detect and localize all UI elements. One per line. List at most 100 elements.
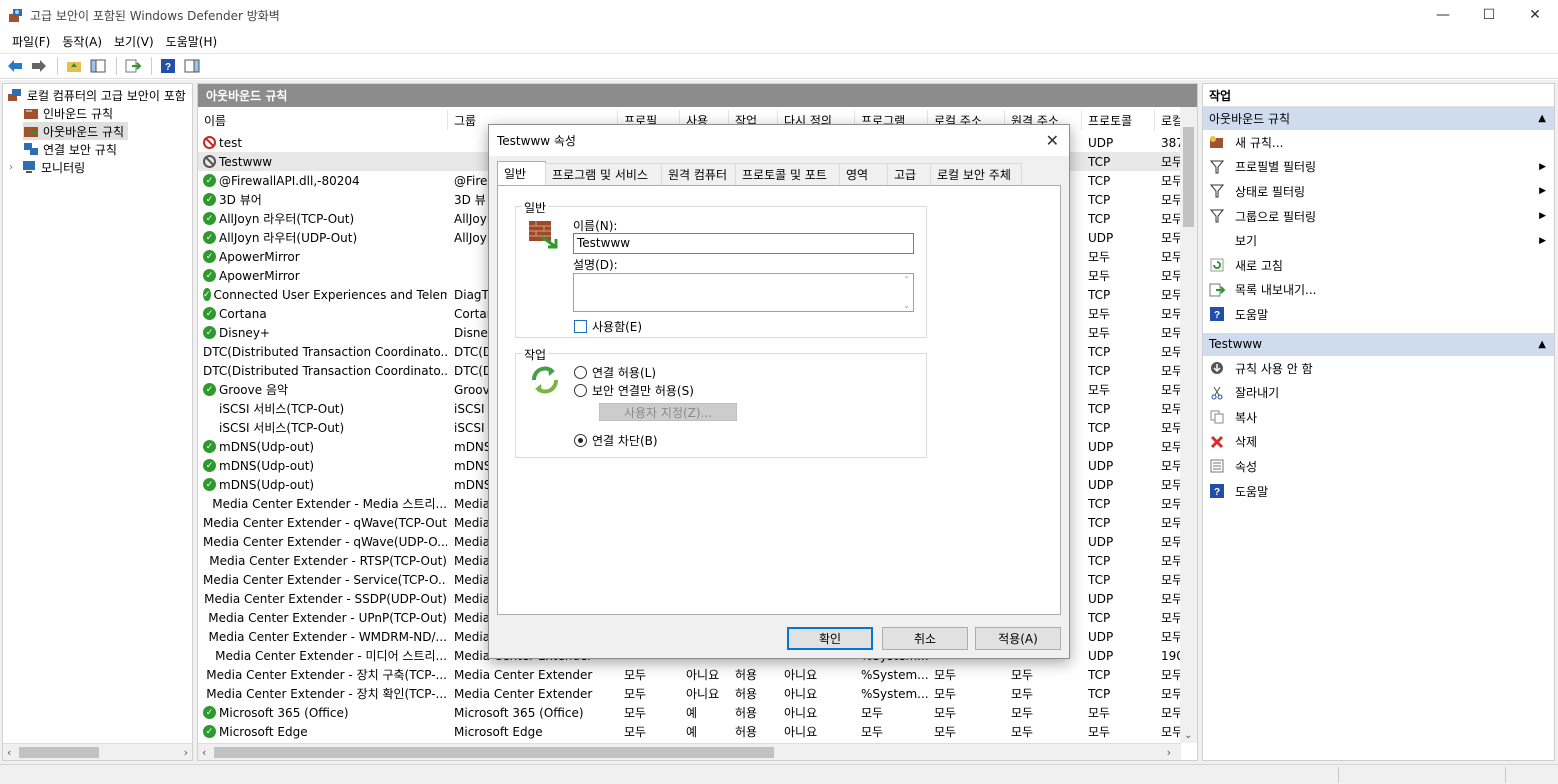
scroll-thumb[interactable]: [214, 746, 775, 758]
cell-text: Media Center Extender - qWave(TCP-Out): [203, 515, 447, 530]
section-label: 아웃바운드 규칙: [1209, 112, 1291, 126]
cell-text: 아니요: [686, 668, 720, 682]
scroll-left-icon[interactable]: ‹: [202, 746, 206, 759]
action-properties[interactable]: 속성: [1203, 454, 1554, 479]
scroll-thumb[interactable]: [19, 746, 100, 758]
help-button[interactable]: ?: [157, 56, 179, 76]
scroll-left-icon[interactable]: ‹: [7, 746, 11, 759]
enabled-checkbox[interactable]: [574, 320, 587, 333]
cell-text: TCP: [1088, 401, 1111, 416]
action-new-rule[interactable]: 새 규칙...: [1203, 130, 1554, 155]
action-filter-group[interactable]: 그룹으로 필터링 ▶: [1203, 204, 1554, 229]
actions-section-outbound[interactable]: 아웃바운드 규칙 ▲: [1203, 107, 1554, 130]
up-folder-button[interactable]: [63, 56, 85, 76]
expand-chevron-icon[interactable]: ›: [9, 162, 21, 173]
table-row[interactable]: ✓ Microsoft 365 (Office) Microsoft 365 (Of…: [198, 703, 1183, 722]
cell-text: TCP: [1088, 154, 1111, 169]
list-horizontal-scrollbar[interactable]: ‹ ›: [198, 743, 1181, 760]
action-delete[interactable]: 삭제: [1203, 430, 1554, 455]
action-copy[interactable]: 복사: [1203, 405, 1554, 430]
description-field[interactable]: ⌃ ⌄: [573, 273, 914, 312]
cell-name: ✓ @FirewallAPI.dll,-80204: [203, 171, 447, 190]
tree-root[interactable]: 로컬 컴퓨터의 고급 보안이 포함: [7, 86, 186, 104]
forward-button[interactable]: [28, 56, 50, 76]
name-field[interactable]: Testwww: [573, 233, 914, 254]
cell-profile: 모두: [624, 703, 680, 722]
cell-profile: 모두: [624, 722, 680, 741]
tree-horizontal-scrollbar[interactable]: ‹ ›: [3, 743, 192, 760]
cell-name: Media Center Extender - UPnP(TCP-Out): [203, 608, 447, 627]
scroll-thumb[interactable]: [1183, 127, 1194, 227]
cell-program: %System...: [861, 684, 928, 703]
tree-item-label: 인바운드 규칙: [43, 106, 114, 121]
cell-text: Microsoft Edge: [219, 724, 308, 739]
action-export-list[interactable]: 목록 내보내기...: [1203, 278, 1554, 303]
column-header-protocol[interactable]: 프로토콜: [1082, 110, 1155, 130]
tab-programs-services[interactable]: 프로그램 및 서비스: [545, 163, 662, 185]
maximize-button[interactable]: ☐: [1466, 0, 1512, 30]
tree-item-outbound[interactable]: 아웃바운드 규칙: [23, 122, 129, 140]
description-label: 설명(D):: [573, 258, 618, 272]
cancel-button[interactable]: 취소: [882, 627, 968, 650]
tab-advanced[interactable]: 고급: [887, 163, 931, 185]
tab-local-principals[interactable]: 로컬 보안 주체: [930, 163, 1022, 185]
collapse-arrow-icon[interactable]: ▲: [1538, 339, 1546, 350]
list-vertical-scrollbar[interactable]: ⌄: [1180, 107, 1197, 743]
minimize-button[interactable]: —: [1420, 0, 1466, 30]
scroll-right-icon[interactable]: ›: [1167, 746, 1171, 759]
enabled-check-icon: ✓: [203, 231, 216, 244]
action-view[interactable]: 보기 ▶: [1203, 228, 1554, 253]
allow-secure-radio[interactable]: [574, 384, 587, 397]
tree-item-connection-security[interactable]: 연결 보안 규칙: [23, 140, 117, 158]
close-window-button[interactable]: ✕: [1512, 0, 1558, 30]
enabled-check-icon: ✓: [203, 326, 216, 339]
menu-help[interactable]: 도움말(H): [160, 33, 224, 50]
action-refresh[interactable]: 새로 고침: [1203, 253, 1554, 278]
customize-button[interactable]: 사용자 지정(Z)...: [599, 403, 737, 421]
collapse-arrow-icon[interactable]: ▲: [1538, 113, 1546, 124]
tree-item-monitoring[interactable]: › 모니터링: [9, 158, 85, 176]
menu-view[interactable]: 보기(V): [108, 33, 160, 50]
cell-text: mDNS: [454, 439, 492, 454]
tab-scope[interactable]: 영역: [839, 163, 888, 185]
menu-action[interactable]: 동작(A): [56, 33, 108, 50]
section-label: Testwww: [1209, 337, 1263, 352]
action-help[interactable]: ? 도움말: [1203, 302, 1554, 327]
dialog-close-icon[interactable]: ✕: [1046, 131, 1059, 150]
tab-remote-computers[interactable]: 원격 컴퓨터: [661, 163, 736, 185]
block-connection-radio[interactable]: [574, 434, 587, 447]
cell-text: Media Center Extender - RTSP(TCP-Out): [209, 553, 447, 568]
table-row[interactable]: Media Center Extender - 장치 구축(TCP-... Med…: [198, 665, 1183, 684]
action-disable-rule[interactable]: 규칙 사용 안 함: [1203, 356, 1554, 381]
enabled-check-icon: ✓: [203, 383, 216, 396]
allow-connection-radio[interactable]: [574, 366, 587, 379]
cell-text: 3D 뷰: [454, 193, 486, 207]
show-action-pane-button[interactable]: [181, 56, 203, 76]
table-row[interactable]: ✓ Microsoft Edge Microsoft Edge 모두 예 허용 아니요 모두 모…: [198, 722, 1183, 741]
apply-button[interactable]: 적용(A): [975, 627, 1061, 650]
scroll-up-icon[interactable]: ⌃: [903, 275, 910, 284]
export-button[interactable]: [122, 56, 144, 76]
table-row[interactable]: Media Center Extender - 장치 확인(TCP-... Med…: [198, 684, 1183, 703]
action-filter-state[interactable]: 상태로 필터링 ▶: [1203, 179, 1554, 204]
enabled-check-icon: ✓: [203, 193, 216, 206]
ok-button[interactable]: 확인: [787, 627, 873, 650]
cell-text: Media: [454, 572, 491, 587]
menu-file[interactable]: 파일(F): [6, 33, 56, 50]
scroll-down-icon[interactable]: ⌄: [1184, 730, 1192, 741]
cell-text: 모두: [624, 668, 647, 682]
back-button[interactable]: [4, 56, 26, 76]
scroll-down-icon[interactable]: ⌄: [903, 301, 910, 310]
column-header-name[interactable]: 이름: [198, 110, 448, 130]
tree-item-inbound[interactable]: 인바운드 규칙: [23, 104, 113, 122]
scroll-right-icon[interactable]: ›: [184, 746, 188, 759]
tab-general[interactable]: 일반: [497, 161, 546, 185]
toolbar-separator: [57, 57, 58, 75]
show-hide-tree-button[interactable]: [87, 56, 109, 76]
cell-text: 아니요: [686, 687, 720, 701]
action-help-rule[interactable]: ? 도움말: [1203, 479, 1554, 504]
action-cut[interactable]: 잘라내기: [1203, 380, 1554, 405]
actions-section-selected-rule[interactable]: Testwww ▲: [1203, 332, 1554, 356]
tab-protocols-ports[interactable]: 프로토콜 및 포트: [735, 163, 840, 185]
action-filter-profile[interactable]: 프로필별 필터링 ▶: [1203, 155, 1554, 180]
